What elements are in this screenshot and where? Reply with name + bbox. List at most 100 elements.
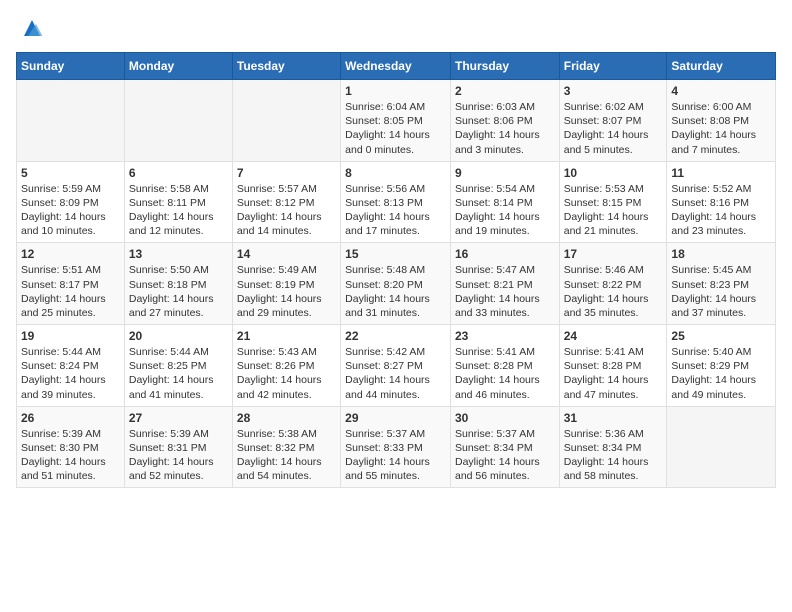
day-info: Sunrise: 5:50 AMSunset: 8:18 PMDaylight:… xyxy=(129,263,228,320)
calendar-cell: 5Sunrise: 5:59 AMSunset: 8:09 PMDaylight… xyxy=(17,161,125,243)
day-number: 2 xyxy=(455,84,555,98)
calendar-cell: 12 Sunrise: 5:51 AMSunset: 8:17 PMDayligh… xyxy=(17,243,125,325)
calendar-cell: 4 Sunrise: 6:00 AMSunset: 8:08 PMDaylight… xyxy=(667,80,776,162)
day-info: Sunrise: 6:00 AMSunset: 8:08 PMDaylight:… xyxy=(671,100,771,157)
logo-icon xyxy=(20,16,44,40)
calendar-cell xyxy=(232,80,340,162)
day-info: Sunrise: 5:36 AMSunset: 8:34 PMDaylight:… xyxy=(564,427,663,484)
calendar-cell: 6Sunrise: 5:58 AMSunset: 8:11 PMDaylight… xyxy=(124,161,232,243)
page-header xyxy=(16,16,776,40)
day-info: Sunrise: 5:52 AMSunset: 8:16 PMDaylight:… xyxy=(671,182,771,239)
calendar-week-row: 5Sunrise: 5:59 AMSunset: 8:09 PMDaylight… xyxy=(17,161,776,243)
day-number: 31 xyxy=(564,411,663,425)
day-info: Sunrise: 5:38 AMSunset: 8:32 PMDaylight:… xyxy=(237,427,336,484)
day-number: 23 xyxy=(455,329,555,343)
calendar-cell: 1Sunrise: 6:04 AMSunset: 8:05 PMDaylight… xyxy=(341,80,451,162)
day-number: 13 xyxy=(129,247,228,261)
calendar-cell: 31 Sunrise: 5:36 AMSunset: 8:34 PMDayligh… xyxy=(559,406,667,488)
day-number: 11 xyxy=(671,166,771,180)
day-info: Sunrise: 5:37 AMSunset: 8:33 PMDaylight:… xyxy=(345,427,446,484)
day-info: Sunrise: 5:54 AMSunset: 8:14 PMDaylight:… xyxy=(455,182,555,239)
calendar-header-row: SundayMondayTuesdayWednesdayThursdayFrid… xyxy=(17,53,776,80)
day-number: 15 xyxy=(345,247,446,261)
day-number: 4 xyxy=(671,84,771,98)
day-info: Sunrise: 5:48 AMSunset: 8:20 PMDaylight:… xyxy=(345,263,446,320)
day-number: 21 xyxy=(237,329,336,343)
day-info: Sunrise: 5:53 AMSunset: 8:15 PMDaylight:… xyxy=(564,182,663,239)
calendar-cell: 17 Sunrise: 5:46 AMSunset: 8:22 PMDayligh… xyxy=(559,243,667,325)
calendar-cell: 8 Sunrise: 5:56 AMSunset: 8:13 PMDaylight… xyxy=(341,161,451,243)
day-of-week-header: Sunday xyxy=(17,53,125,80)
day-info: Sunrise: 5:37 AMSunset: 8:34 PMDaylight:… xyxy=(455,427,555,484)
day-number: 30 xyxy=(455,411,555,425)
calendar-cell: 26 Sunrise: 5:39 AMSunset: 8:30 PMDayligh… xyxy=(17,406,125,488)
day-number: 12 xyxy=(21,247,120,261)
calendar-week-row: 19 Sunrise: 5:44 AMSunset: 8:24 PMDayligh… xyxy=(17,325,776,407)
calendar-cell xyxy=(17,80,125,162)
day-number: 25 xyxy=(671,329,771,343)
calendar-cell: 16Sunrise: 5:47 AMSunset: 8:21 PMDayligh… xyxy=(450,243,559,325)
day-info: Sunrise: 6:03 AMSunset: 8:06 PMDaylight:… xyxy=(455,100,555,157)
calendar-cell: 30 Sunrise: 5:37 AMSunset: 8:34 PMDayligh… xyxy=(450,406,559,488)
logo xyxy=(16,16,44,40)
calendar-cell: 9 Sunrise: 5:54 AMSunset: 8:14 PMDaylight… xyxy=(450,161,559,243)
day-number: 26 xyxy=(21,411,120,425)
day-info: Sunrise: 5:44 AMSunset: 8:25 PMDaylight:… xyxy=(129,345,228,402)
day-number: 20 xyxy=(129,329,228,343)
calendar-cell: 29 Sunrise: 5:37 AMSunset: 8:33 PMDayligh… xyxy=(341,406,451,488)
calendar-cell: 22 Sunrise: 5:42 AMSunset: 8:27 PMDayligh… xyxy=(341,325,451,407)
day-number: 24 xyxy=(564,329,663,343)
day-info: Sunrise: 5:56 AMSunset: 8:13 PMDaylight:… xyxy=(345,182,446,239)
day-number: 5 xyxy=(21,166,120,180)
day-number: 29 xyxy=(345,411,446,425)
day-info: Sunrise: 5:39 AMSunset: 8:31 PMDaylight:… xyxy=(129,427,228,484)
day-info: Sunrise: 5:44 AMSunset: 8:24 PMDaylight:… xyxy=(21,345,120,402)
day-number: 22 xyxy=(345,329,446,343)
day-number: 1 xyxy=(345,84,446,98)
calendar-cell: 7 Sunrise: 5:57 AMSunset: 8:12 PMDaylight… xyxy=(232,161,340,243)
calendar-week-row: 26 Sunrise: 5:39 AMSunset: 8:30 PMDayligh… xyxy=(17,406,776,488)
day-info: Sunrise: 6:02 AMSunset: 8:07 PMDaylight:… xyxy=(564,100,663,157)
day-info: Sunrise: 5:58 AMSunset: 8:11 PMDaylight:… xyxy=(129,182,228,239)
calendar-cell: 27 Sunrise: 5:39 AMSunset: 8:31 PMDayligh… xyxy=(124,406,232,488)
calendar-cell: 18 Sunrise: 5:45 AMSunset: 8:23 PMDayligh… xyxy=(667,243,776,325)
day-info: Sunrise: 5:49 AMSunset: 8:19 PMDaylight:… xyxy=(237,263,336,320)
day-number: 18 xyxy=(671,247,771,261)
day-number: 10 xyxy=(564,166,663,180)
calendar-table: SundayMondayTuesdayWednesdayThursdayFrid… xyxy=(16,52,776,488)
day-info: Sunrise: 5:39 AMSunset: 8:30 PMDaylight:… xyxy=(21,427,120,484)
day-of-week-header: Monday xyxy=(124,53,232,80)
day-info: Sunrise: 5:40 AMSunset: 8:29 PMDaylight:… xyxy=(671,345,771,402)
calendar-cell: 28 Sunrise: 5:38 AMSunset: 8:32 PMDayligh… xyxy=(232,406,340,488)
day-number: 7 xyxy=(237,166,336,180)
calendar-cell: 24 Sunrise: 5:41 AMSunset: 8:28 PMDayligh… xyxy=(559,325,667,407)
day-number: 9 xyxy=(455,166,555,180)
day-number: 17 xyxy=(564,247,663,261)
day-info: Sunrise: 5:42 AMSunset: 8:27 PMDaylight:… xyxy=(345,345,446,402)
day-number: 3 xyxy=(564,84,663,98)
day-of-week-header: Wednesday xyxy=(341,53,451,80)
calendar-cell xyxy=(124,80,232,162)
calendar-week-row: 1Sunrise: 6:04 AMSunset: 8:05 PMDaylight… xyxy=(17,80,776,162)
calendar-cell: 20 Sunrise: 5:44 AMSunset: 8:25 PMDayligh… xyxy=(124,325,232,407)
day-of-week-header: Friday xyxy=(559,53,667,80)
calendar-cell: 15 Sunrise: 5:48 AMSunset: 8:20 PMDayligh… xyxy=(341,243,451,325)
day-info: Sunrise: 5:57 AMSunset: 8:12 PMDaylight:… xyxy=(237,182,336,239)
calendar-cell: 25 Sunrise: 5:40 AMSunset: 8:29 PMDayligh… xyxy=(667,325,776,407)
calendar-week-row: 12 Sunrise: 5:51 AMSunset: 8:17 PMDayligh… xyxy=(17,243,776,325)
day-number: 27 xyxy=(129,411,228,425)
day-number: 28 xyxy=(237,411,336,425)
day-number: 19 xyxy=(21,329,120,343)
day-info: Sunrise: 5:43 AMSunset: 8:26 PMDaylight:… xyxy=(237,345,336,402)
day-info: Sunrise: 5:51 AMSunset: 8:17 PMDaylight:… xyxy=(21,263,120,320)
calendar-cell: 19 Sunrise: 5:44 AMSunset: 8:24 PMDayligh… xyxy=(17,325,125,407)
day-info: Sunrise: 5:46 AMSunset: 8:22 PMDaylight:… xyxy=(564,263,663,320)
day-of-week-header: Thursday xyxy=(450,53,559,80)
day-info: Sunrise: 5:45 AMSunset: 8:23 PMDaylight:… xyxy=(671,263,771,320)
day-info: Sunrise: 5:47 AMSunset: 8:21 PMDaylight:… xyxy=(455,263,555,320)
calendar-cell: 3 Sunrise: 6:02 AMSunset: 8:07 PMDaylight… xyxy=(559,80,667,162)
day-info: Sunrise: 5:41 AMSunset: 8:28 PMDaylight:… xyxy=(564,345,663,402)
calendar-cell: 2 Sunrise: 6:03 AMSunset: 8:06 PMDaylight… xyxy=(450,80,559,162)
calendar-cell: 14Sunrise: 5:49 AMSunset: 8:19 PMDayligh… xyxy=(232,243,340,325)
day-number: 8 xyxy=(345,166,446,180)
